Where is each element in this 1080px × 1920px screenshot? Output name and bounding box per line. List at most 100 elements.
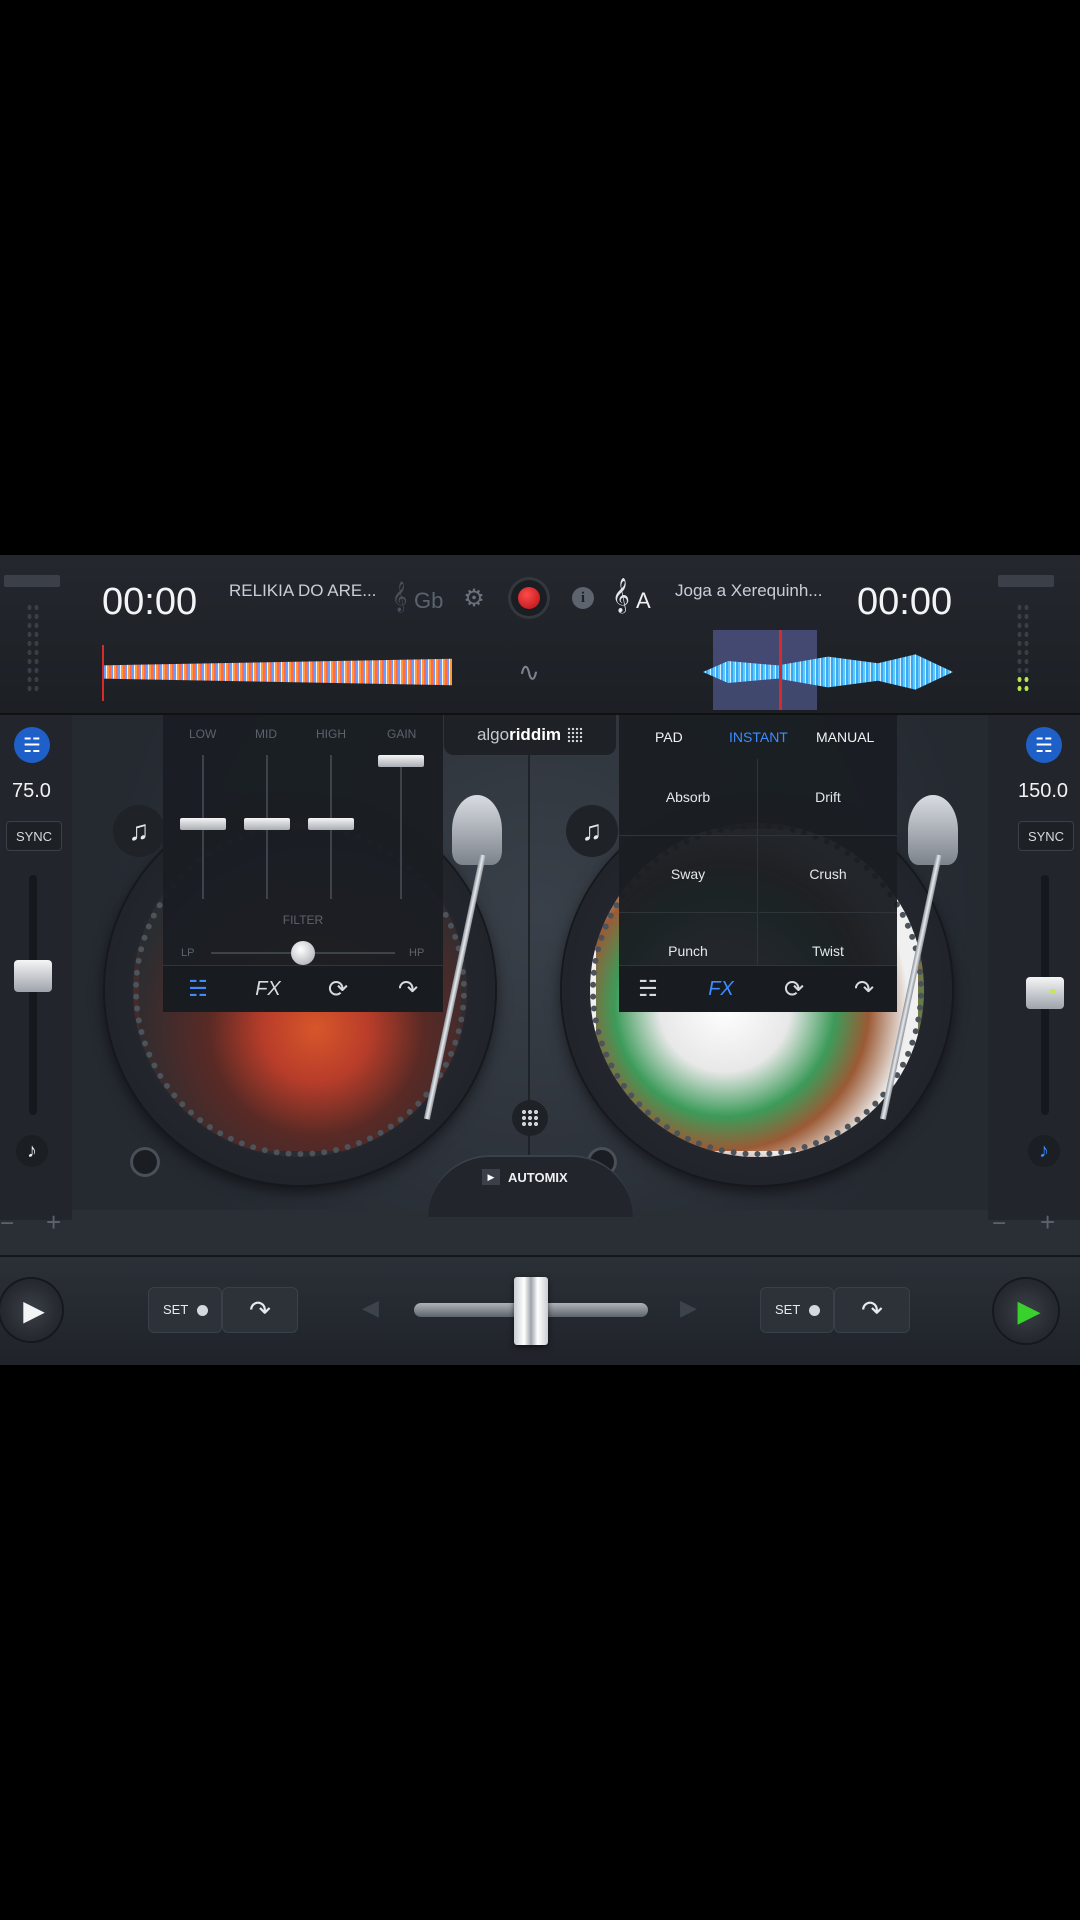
- redo-icon[interactable]: ↷: [839, 974, 889, 1004]
- right-plus-icon[interactable]: +: [1040, 1207, 1055, 1238]
- right-fx-panel: PAD INSTANT MANUAL Absorb Drift Sway Cru…: [619, 715, 897, 1012]
- brand-algo: algo: [476, 725, 510, 744]
- filter-knob[interactable]: [291, 941, 315, 965]
- crossfader-left-arrow[interactable]: ◀: [362, 1295, 379, 1321]
- top-bar: 00:00 RELIKIA DO ARE... 𝄞 Gb ⚙ i 𝄞 A Jog…: [0, 555, 1080, 715]
- left-track-title[interactable]: RELIKIA DO ARE...: [229, 581, 376, 601]
- eq-gain-slider[interactable]: [378, 755, 424, 767]
- redo-icon: ↷: [861, 1294, 883, 1325]
- fx-tab-row: PAD INSTANT MANUAL: [619, 715, 897, 759]
- eq-gain-track: [400, 755, 402, 899]
- mixer-icon[interactable]: ☵: [173, 974, 223, 1004]
- right-note-icon[interactable]: ♪: [1028, 1135, 1060, 1167]
- gear-icon[interactable]: ⚙: [461, 585, 487, 612]
- redo-icon: ↷: [249, 1294, 271, 1325]
- right-playhead: [779, 630, 782, 710]
- left-deck-load-tab[interactable]: [4, 575, 60, 587]
- right-mixer-toggle-icon[interactable]: ☵: [1026, 727, 1062, 763]
- grid-menu-icon[interactable]: [512, 1100, 548, 1136]
- redo-icon[interactable]: ↷: [383, 974, 433, 1004]
- right-sync-button[interactable]: SYNC: [1018, 821, 1074, 851]
- filter-lp-label: LP: [181, 947, 195, 959]
- right-minus-icon[interactable]: −: [992, 1210, 1006, 1238]
- left-plus-icon[interactable]: +: [46, 1207, 61, 1238]
- left-sync-button[interactable]: SYNC: [6, 821, 62, 851]
- set-dot-icon: [197, 1305, 208, 1316]
- right-side-strip: ☵ 150.0 SYNC ♪: [988, 715, 1080, 1220]
- record-button[interactable]: [508, 577, 550, 619]
- tab-instant[interactable]: INSTANT: [729, 729, 788, 745]
- left-pitch-track: [29, 875, 37, 1115]
- eq-high-slider[interactable]: [308, 818, 354, 830]
- automix-play-icon: ▶: [482, 1169, 500, 1185]
- crossfader-handle[interactable]: [514, 1277, 548, 1345]
- tab-manual[interactable]: MANUAL: [816, 729, 874, 745]
- left-note-icon[interactable]: ♪: [16, 1135, 48, 1167]
- left-panel-toolbar: ☵ FX ⟳ ↷: [163, 965, 443, 1012]
- set-dot-icon: [809, 1305, 820, 1316]
- brand-grid-icon: [567, 727, 584, 743]
- loop-icon[interactable]: ⟳: [313, 974, 363, 1004]
- automix-label: AUTOMIX: [508, 1170, 568, 1185]
- left-pitch-slider[interactable]: [14, 960, 52, 992]
- right-key-label[interactable]: A: [636, 588, 651, 614]
- fx-crush[interactable]: Crush: [759, 836, 897, 913]
- eq-mid-slider[interactable]: [244, 818, 290, 830]
- treble-clef-icon: 𝄞: [612, 579, 630, 612]
- fx-absorb[interactable]: Absorb: [619, 759, 758, 836]
- left-redo-button[interactable]: ↷: [222, 1287, 298, 1333]
- left-bpm-display[interactable]: 75.0: [12, 780, 51, 803]
- right-cue-set-button[interactable]: SET: [760, 1287, 834, 1333]
- fx-icon[interactable]: FX: [696, 974, 746, 1004]
- record-icon: [518, 587, 540, 609]
- eq-gain-label: GAIN: [387, 727, 417, 741]
- fx-icon[interactable]: FX: [243, 974, 293, 1004]
- left-cue-set-button[interactable]: SET: [148, 1287, 222, 1333]
- left-play-button[interactable]: ▶: [0, 1279, 62, 1341]
- right-track-title[interactable]: Joga a Xerequinh...: [675, 581, 822, 601]
- mixer-icon[interactable]: ☵: [623, 974, 673, 1004]
- bottom-bar: ▶ SET ↷ ◀ ▶ SET ↷ ▶: [0, 1255, 1080, 1365]
- fx-sway[interactable]: Sway: [619, 836, 758, 913]
- eq-low-label: LOW: [189, 727, 217, 741]
- play-icon: ▶: [1017, 1294, 1041, 1328]
- left-key-label[interactable]: Gb: [414, 588, 443, 614]
- eq-low-slider[interactable]: [180, 818, 226, 830]
- left-minus-icon[interactable]: −: [0, 1210, 14, 1238]
- decks-area: algo riddim ♫ ♫ LOW MID HIGH GAIN FILTER…: [0, 715, 1080, 1217]
- fx-drift[interactable]: Drift: [759, 759, 897, 836]
- left-playhead: [102, 645, 104, 701]
- right-redo-button[interactable]: ↷: [834, 1287, 910, 1333]
- right-pitch-slider[interactable]: [1026, 977, 1064, 1009]
- eq-mid-label: MID: [255, 727, 277, 741]
- automix-tab[interactable]: ▶ AUTOMIX: [428, 1155, 633, 1217]
- waveform-icon[interactable]: ∿: [516, 657, 542, 687]
- left-level-meter: [26, 603, 40, 693]
- filter-hp-label: HP: [409, 947, 425, 959]
- crossfader-right-arrow[interactable]: ▶: [680, 1295, 697, 1321]
- right-play-button[interactable]: ▶: [994, 1279, 1058, 1343]
- right-tonearm[interactable]: [908, 795, 958, 865]
- loop-icon[interactable]: ⟳: [769, 974, 819, 1004]
- right-time-display: 00:00: [857, 581, 953, 623]
- right-deck-load-tab[interactable]: [998, 575, 1054, 587]
- play-icon: ▶: [23, 1294, 45, 1326]
- brand-riddim: riddim: [509, 725, 562, 744]
- tab-pad[interactable]: PAD: [655, 729, 683, 745]
- left-mixer-toggle-icon[interactable]: ☵: [14, 727, 50, 763]
- brand-logo: algo riddim: [444, 715, 616, 755]
- left-eq-panel: LOW MID HIGH GAIN FILTER LP HP ☵ FX ⟳ ↷: [163, 715, 443, 1012]
- left-tonearm[interactable]: [452, 795, 502, 865]
- left-add-music-icon[interactable]: ♫: [113, 805, 165, 857]
- filter-label: FILTER: [282, 913, 324, 927]
- left-waveform[interactable]: [102, 658, 452, 686]
- info-icon[interactable]: i: [572, 587, 594, 609]
- right-bpm-display[interactable]: 150.0: [1018, 780, 1068, 803]
- right-add-music-icon[interactable]: ♫: [566, 805, 618, 857]
- left-cue-knob[interactable]: [130, 1147, 160, 1177]
- left-time-display: 00:00: [102, 581, 198, 623]
- right-panel-toolbar: ☵ FX ⟳ ↷: [619, 965, 897, 1012]
- left-set-label: SET: [163, 1302, 189, 1317]
- treble-clef-icon: 𝄞: [392, 581, 408, 611]
- right-pitch-indicator: [1050, 989, 1055, 994]
